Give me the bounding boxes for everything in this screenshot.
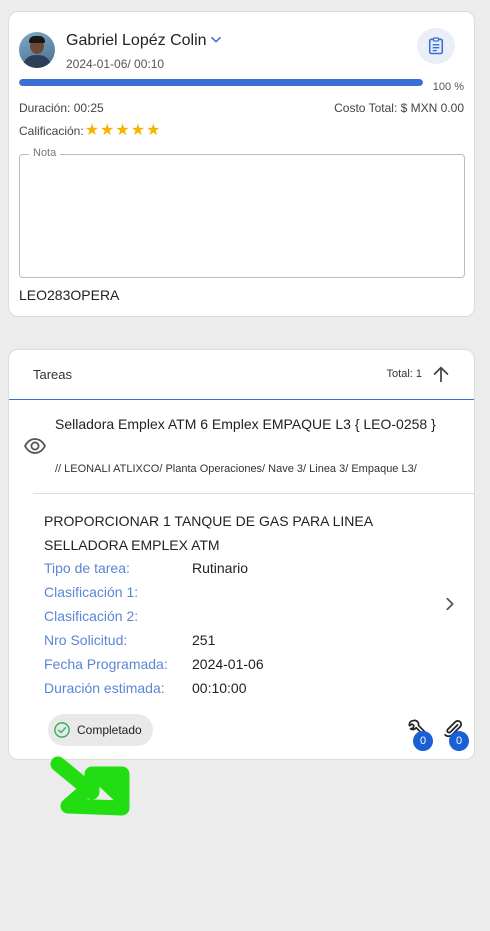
- field-label: Fecha Programada:: [44, 656, 168, 672]
- field-row: Clasificación 2:: [44, 604, 264, 628]
- check-circle-icon: [54, 722, 70, 738]
- star-icon[interactable]: ★: [131, 123, 145, 139]
- divider: [33, 493, 474, 494]
- eye-icon[interactable]: [23, 434, 47, 458]
- rating-label: Calificación:: [19, 124, 84, 138]
- tasks-title: Tareas: [33, 367, 73, 382]
- status-badge[interactable]: Completado: [48, 714, 153, 746]
- duration-value: 00:25: [73, 101, 104, 115]
- machine-name: Selladora Emplex ATM 6 Emplex EMPAQUE L3…: [55, 416, 436, 432]
- field-value: 2024-01-06: [192, 656, 264, 672]
- note-label: Nota: [29, 147, 61, 159]
- rating-stars: ★ ★ ★ ★ ★: [85, 123, 162, 139]
- date-time: 2024-01-06/ 00:10: [66, 57, 165, 71]
- chevron-right-icon[interactable]: [442, 596, 458, 612]
- task-title[interactable]: PROPORCIONAR 1 TANQUE DE GAS PARA LINEA …: [44, 509, 424, 557]
- star-icon[interactable]: ★: [100, 123, 114, 139]
- field-value: Rutinario: [192, 560, 249, 576]
- field-row: Tipo de tarea: Rutinario: [44, 556, 264, 580]
- tools-count-badge: 0: [413, 731, 433, 751]
- location-path: // LEONALI ATLIXCO/ Planta Operaciones/ …: [55, 463, 417, 475]
- operator-code: LEO283OPERA: [19, 287, 120, 303]
- rating: Calificación: ★ ★ ★ ★ ★: [19, 123, 161, 139]
- field-value: 00:10:00: [192, 680, 247, 696]
- tasks-header: Tareas Total: 1: [9, 350, 474, 400]
- user-name[interactable]: Gabriel Lopéz Colin: [66, 32, 207, 50]
- star-icon[interactable]: ★: [146, 123, 160, 139]
- clipboard-button[interactable]: [417, 28, 455, 64]
- field-row: Duración estimada: 00:10:00: [44, 676, 264, 700]
- star-icon[interactable]: ★: [115, 123, 129, 139]
- field-label: Clasificación 1:: [44, 584, 139, 600]
- cost-value: $ MXN 0.00: [400, 101, 464, 115]
- progress-fill: [19, 79, 423, 86]
- duration: Duración: 00:25: [19, 101, 104, 115]
- green-arrow-annotation: [50, 756, 130, 816]
- avatar[interactable]: [19, 32, 55, 68]
- field-value: 251: [192, 632, 216, 648]
- user-summary-card: Gabriel Lopéz Colin 2024-01-06/ 00:10 10…: [8, 11, 475, 317]
- clipboard-icon: [428, 37, 444, 55]
- cost-label: Costo Total:: [334, 101, 398, 115]
- tasks-card: Tareas Total: 1 Selladora Emplex ATM 6 E…: [8, 349, 475, 760]
- attachments-count-badge: 0: [449, 731, 469, 751]
- field-label: Clasificación 2:: [44, 608, 139, 624]
- progress-label: 100 %: [432, 81, 464, 93]
- field-row: Nro Solicitud: 251: [44, 628, 264, 652]
- task-fields: Tipo de tarea: Rutinario Clasificación 1:…: [44, 556, 264, 700]
- chevron-down-icon[interactable]: [209, 33, 223, 47]
- field-row: Fecha Programada: 2024-01-06: [44, 652, 264, 676]
- field-label: Nro Solicitud:: [44, 632, 128, 648]
- field-row: Clasificación 1:: [44, 580, 264, 604]
- field-label: Tipo de tarea:: [44, 560, 130, 576]
- note-field[interactable]: Nota: [19, 147, 465, 278]
- star-icon[interactable]: ★: [85, 123, 99, 139]
- duration-label: Duración:: [19, 101, 71, 115]
- status-label: Completado: [77, 723, 142, 737]
- tasks-total: Total: 1: [386, 368, 422, 380]
- progress-bar: [19, 79, 423, 86]
- field-label: Duración estimada:: [44, 680, 165, 696]
- total-cost: Costo Total: $ MXN 0.00: [334, 101, 464, 115]
- arrow-up-icon[interactable]: [430, 363, 452, 385]
